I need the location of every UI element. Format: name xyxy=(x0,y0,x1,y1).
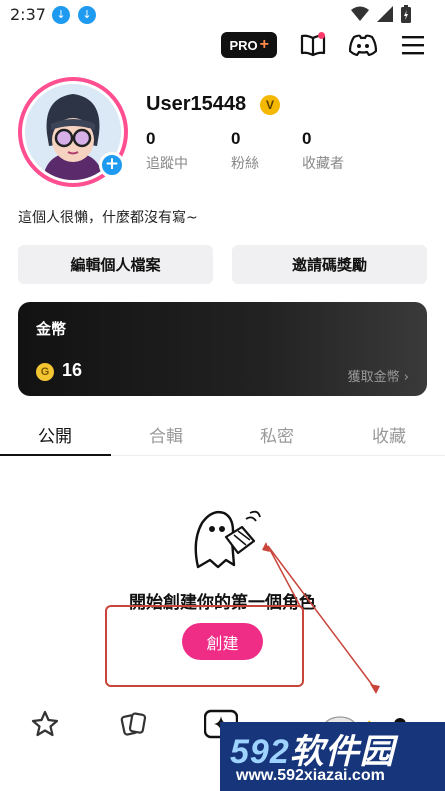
cards-icon xyxy=(120,712,147,736)
annotation-arrowhead xyxy=(370,684,380,694)
nav-cards[interactable] xyxy=(117,707,151,741)
annotation-arrow-line-2 xyxy=(267,545,301,607)
annotation-arrows xyxy=(262,542,380,694)
star-icon xyxy=(31,710,59,737)
watermark-url: www.592xiazai.com xyxy=(236,767,385,784)
annotation-arrow-line xyxy=(267,545,377,691)
nav-home[interactable] xyxy=(28,707,62,741)
watermark-brand-num: 592 xyxy=(230,733,290,771)
watermark-brand-text: 软件园 xyxy=(289,733,395,771)
watermark-brand: 592软件园 xyxy=(230,724,395,773)
watermark-logo: 592软件园 www.592xiazai.com xyxy=(220,722,445,791)
